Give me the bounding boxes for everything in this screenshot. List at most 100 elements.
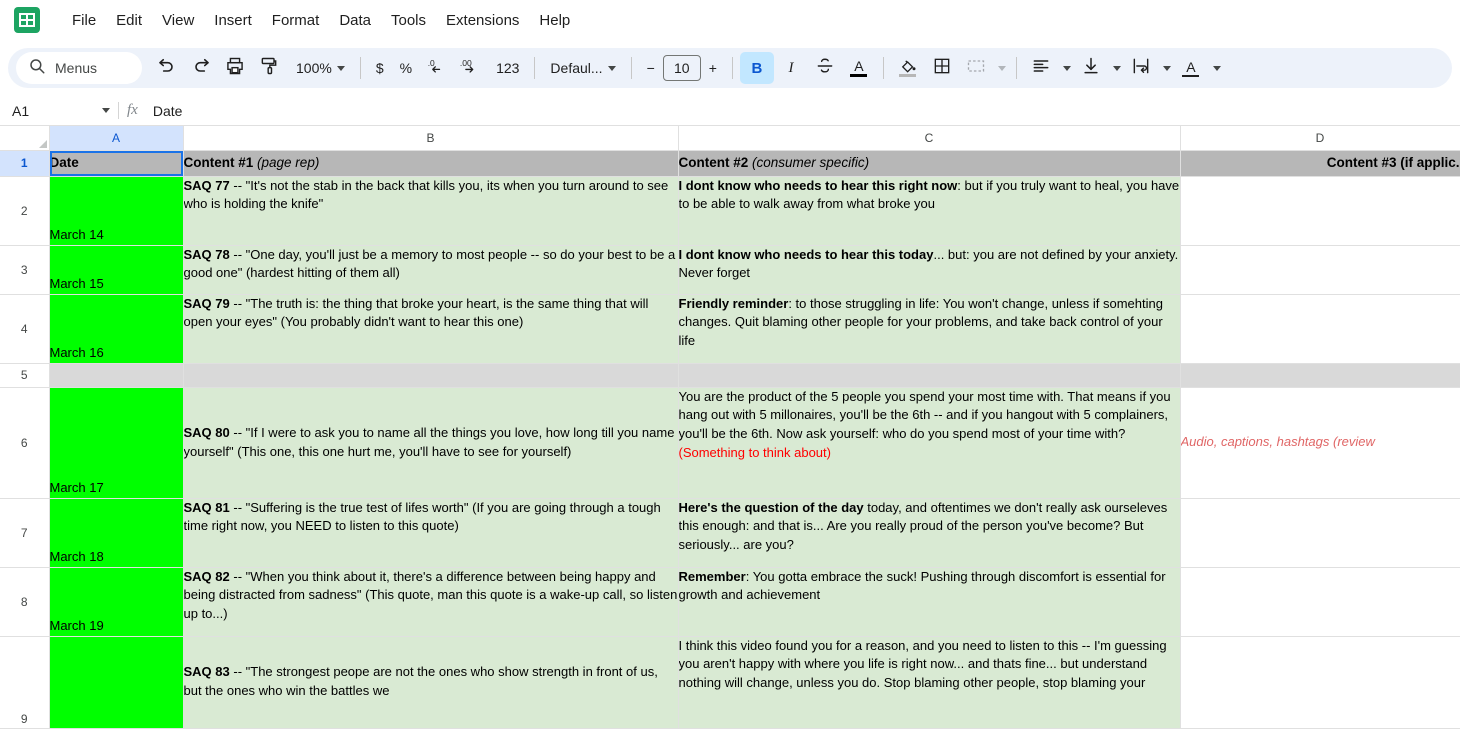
cell-b4[interactable]: SAQ 79 -- "The truth is: the thing that … xyxy=(183,294,679,364)
cell-b9[interactable]: SAQ 83 -- "The strongest peope are not t… xyxy=(183,636,679,729)
cell-a9[interactable] xyxy=(49,636,184,729)
cell-a4[interactable]: March 16 xyxy=(49,294,184,364)
sheets-logo-icon[interactable] xyxy=(14,3,40,37)
row-header-8[interactable]: 8 xyxy=(0,567,50,637)
print-button[interactable] xyxy=(218,52,252,84)
menu-file[interactable]: File xyxy=(62,8,106,33)
column-header-b[interactable]: B xyxy=(183,126,679,151)
horizontal-align-dropdown[interactable] xyxy=(1058,52,1074,84)
cell-d2[interactable] xyxy=(1180,176,1460,246)
merge-cells-dropdown[interactable] xyxy=(993,52,1009,84)
menu-extensions[interactable]: Extensions xyxy=(436,8,529,33)
cell-c3[interactable]: I dont know who needs to hear this today… xyxy=(678,245,1181,295)
percent-format-button[interactable]: % xyxy=(392,52,420,84)
text-rotation-button[interactable]: A xyxy=(1174,52,1208,84)
cell-d9[interactable] xyxy=(1180,636,1460,729)
increase-decimal-button[interactable]: .00 xyxy=(454,52,488,84)
decrease-decimal-button[interactable]: .0 xyxy=(420,52,454,84)
text-color-button[interactable]: A xyxy=(842,52,876,84)
menu-edit[interactable]: Edit xyxy=(106,8,152,33)
toolbar-divider-2 xyxy=(534,57,536,79)
cell-b7[interactable]: SAQ 81 -- "Suffering is the true test of… xyxy=(183,498,679,568)
cell-d3[interactable] xyxy=(1180,245,1460,295)
cell-c4[interactable]: Friendly reminder: to those struggling i… xyxy=(678,294,1181,364)
menu-view[interactable]: View xyxy=(152,8,204,33)
menu-help[interactable]: Help xyxy=(529,8,580,33)
cell-d1[interactable]: Content #3 (if applic. xyxy=(1180,150,1460,177)
search-menus-button[interactable]: Menus xyxy=(16,52,142,84)
bold-button[interactable]: B xyxy=(739,52,774,84)
decrease-font-size-button[interactable]: − xyxy=(639,52,663,84)
row-header-5[interactable]: 5 xyxy=(0,363,50,388)
cell-c5[interactable] xyxy=(678,363,1181,388)
undo-button[interactable] xyxy=(150,52,184,84)
merge-cells-icon xyxy=(966,56,986,81)
strikethrough-button[interactable] xyxy=(808,52,842,84)
cell-d7[interactable] xyxy=(1180,498,1460,568)
column-header-d[interactable]: D xyxy=(1180,126,1460,151)
menu-tools[interactable]: Tools xyxy=(381,8,436,33)
row-header-2[interactable]: 2 xyxy=(0,176,50,246)
row-header-6[interactable]: 6 xyxy=(0,387,50,499)
increase-font-size-button[interactable]: + xyxy=(701,52,725,84)
column-header-c[interactable]: C xyxy=(678,126,1181,151)
cell-c7[interactable]: Here's the question of the day today, an… xyxy=(678,498,1181,568)
cell-b5[interactable] xyxy=(183,363,679,388)
cell-c8[interactable]: Remember: You gotta embrace the suck! Pu… xyxy=(678,567,1181,637)
vertical-align-dropdown[interactable] xyxy=(1108,52,1124,84)
vertical-align-icon xyxy=(1081,56,1101,81)
row-header-9[interactable]: 9 xyxy=(0,636,50,729)
cell-b2[interactable]: SAQ 77 -- "It's not the stab in the back… xyxy=(183,176,679,246)
number-format-button[interactable]: 123 xyxy=(488,52,527,84)
italic-button[interactable]: I xyxy=(774,52,808,84)
text-wrap-button[interactable] xyxy=(1124,52,1158,84)
zoom-dropdown[interactable]: 100% xyxy=(286,52,353,84)
column-header-a[interactable]: A xyxy=(49,126,184,151)
cell-c2[interactable]: I dont know who needs to hear this right… xyxy=(678,176,1181,246)
cell-a7[interactable]: March 18 xyxy=(49,498,184,568)
row-header-3[interactable]: 3 xyxy=(0,245,50,295)
cell-b3[interactable]: SAQ 78 -- "One day, you'll just be a mem… xyxy=(183,245,679,295)
text-wrap-dropdown[interactable] xyxy=(1158,52,1174,84)
cell-a8[interactable]: March 19 xyxy=(49,567,184,637)
menu-format[interactable]: Format xyxy=(262,8,330,33)
cell-d6[interactable]: Audio, captions, hashtags (review xyxy=(1180,387,1460,499)
cell-b6[interactable]: SAQ 80 -- "If I were to ask you to name … xyxy=(183,387,679,499)
fill-color-button[interactable] xyxy=(891,52,925,84)
horizontal-align-button[interactable] xyxy=(1024,52,1058,84)
cell-a6[interactable]: March 17 xyxy=(49,387,184,499)
menu-insert[interactable]: Insert xyxy=(204,8,262,33)
cell-b1[interactable]: Content #1 (page rep) xyxy=(183,150,679,177)
borders-button[interactable] xyxy=(925,52,959,84)
redo-button[interactable] xyxy=(184,52,218,84)
cell-d4[interactable] xyxy=(1180,294,1460,364)
font-family-dropdown[interactable]: Defaul... xyxy=(542,52,623,84)
row-header-1[interactable]: 1 xyxy=(0,150,50,177)
text-rotation-dropdown[interactable] xyxy=(1208,52,1224,84)
currency-format-button[interactable]: $ xyxy=(368,52,392,84)
cell-a5[interactable] xyxy=(49,363,184,388)
font-size-input[interactable]: 10 xyxy=(662,55,701,81)
vertical-align-button[interactable] xyxy=(1074,52,1108,84)
cell-b4-rest: -- "The truth is: the thing that broke y… xyxy=(183,295,649,330)
menu-data[interactable]: Data xyxy=(329,8,381,33)
table-row: 5 xyxy=(0,363,1460,388)
cell-b8[interactable]: SAQ 82 -- "When you think about it, ther… xyxy=(183,567,679,637)
row-header-7[interactable]: 7 xyxy=(0,498,50,568)
cell-c1[interactable]: Content #2 (consumer specific) xyxy=(678,150,1181,177)
select-all-corner[interactable] xyxy=(0,126,50,151)
paint-format-button[interactable] xyxy=(252,52,286,84)
cell-c9[interactable]: I think this video found you for a reaso… xyxy=(678,636,1181,729)
name-box[interactable]: A1 xyxy=(8,99,116,123)
table-row: 7 March 18 SAQ 81 -- "Suffering is the t… xyxy=(0,498,1460,568)
cell-d8[interactable] xyxy=(1180,567,1460,637)
name-box-value: A1 xyxy=(12,102,30,119)
cell-a1[interactable]: Date xyxy=(49,150,184,177)
cell-c6[interactable]: You are the product of the 5 people you … xyxy=(678,387,1181,499)
cell-a2[interactable]: March 14 xyxy=(49,176,184,246)
merge-cells-button[interactable] xyxy=(959,52,993,84)
cell-d5[interactable] xyxy=(1180,363,1460,388)
formula-input[interactable] xyxy=(150,96,1460,125)
row-header-4[interactable]: 4 xyxy=(0,294,50,364)
cell-a3[interactable]: March 15 xyxy=(49,245,184,295)
